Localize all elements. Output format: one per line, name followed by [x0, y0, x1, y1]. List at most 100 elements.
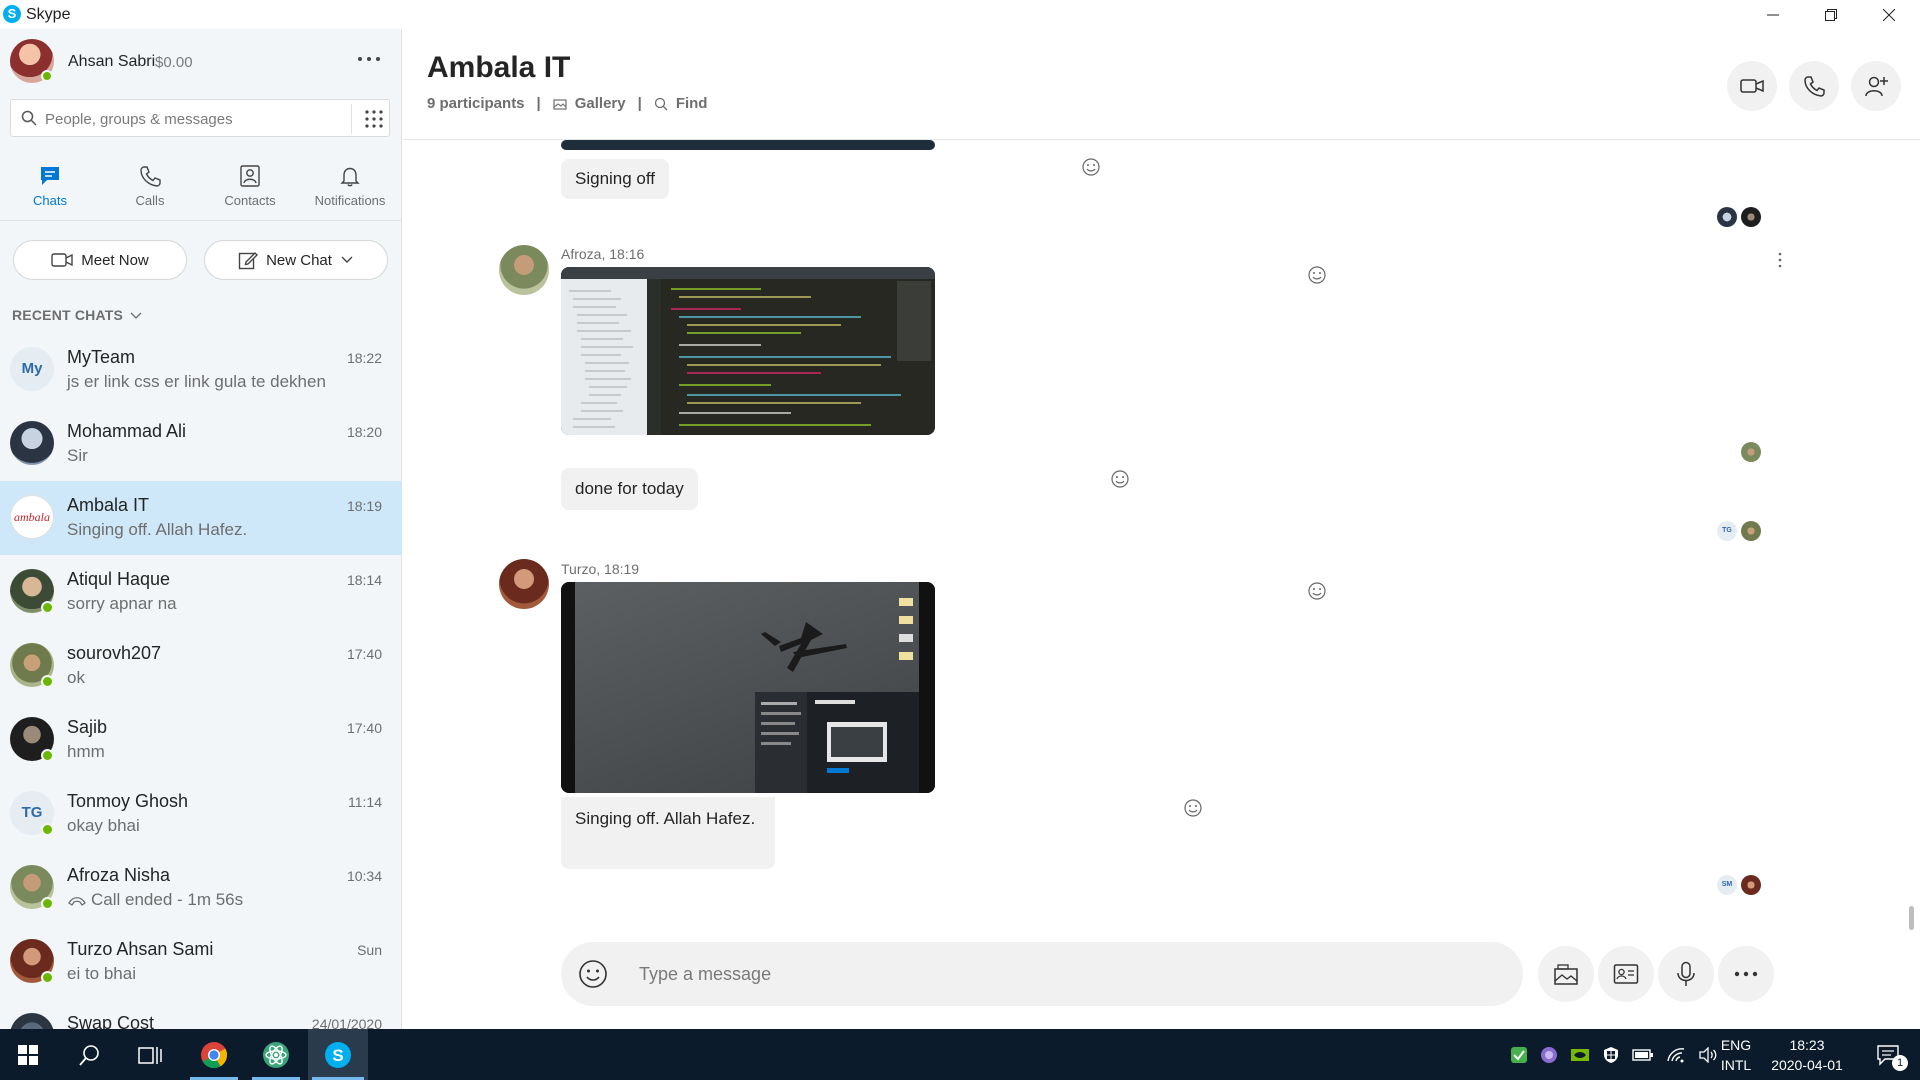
add-reaction-icon[interactable]	[1307, 581, 1327, 601]
avatar	[10, 421, 54, 465]
chat-item-ambala-it[interactable]: ambala Ambala IT Singing off. Allah Hafe…	[0, 481, 402, 555]
search-input[interactable]	[45, 108, 345, 130]
add-participant-button[interactable]	[1851, 61, 1901, 111]
seen-avatar	[1717, 207, 1737, 227]
shared-image-code[interactable]	[561, 267, 935, 435]
shared-image[interactable]	[561, 140, 935, 150]
start-button[interactable]	[0, 1029, 56, 1080]
audio-call-button[interactable]	[1789, 61, 1839, 111]
chat-item-mohammad-ali[interactable]: Mohammad Ali Sir 18:20	[0, 407, 402, 481]
wifi-icon[interactable]	[1666, 1047, 1686, 1063]
chat-item-atiqul-haque[interactable]: Atiqul Haque sorry apnar na 18:14	[0, 555, 402, 629]
chevron-down-icon	[130, 312, 142, 320]
tab-chats-label: Chats	[33, 193, 67, 208]
conversation-pane: Ambala IT 9 participants | Gallery | Fin…	[403, 29, 1920, 1029]
task-view-button[interactable]	[122, 1029, 178, 1080]
chat-item-tonmoy-ghosh[interactable]: TG Tonmoy Ghosh okay bhai 11:14	[0, 777, 402, 851]
recent-chats-header[interactable]: RECENT CHATS	[12, 307, 142, 323]
skype-icon: S	[325, 1041, 351, 1068]
contact-card-icon	[1613, 964, 1639, 984]
taskbar-search-button[interactable]	[62, 1029, 118, 1080]
video-camera-icon	[1740, 79, 1764, 93]
clock[interactable]: 18:23 2020-04-01	[1762, 1029, 1852, 1080]
gallery-link[interactable]: Gallery	[575, 95, 626, 112]
send-contact-button[interactable]	[1598, 946, 1654, 1002]
video-call-button[interactable]	[1727, 61, 1777, 111]
tab-chats[interactable]: Chats	[0, 161, 100, 217]
minimize-button[interactable]	[1744, 0, 1802, 29]
notification-count-badge: 1	[1892, 1055, 1908, 1071]
chat-item-sourovh207[interactable]: sourovh207 ok 17:40	[0, 629, 402, 703]
presence-online-icon	[41, 971, 54, 984]
more-options-button[interactable]	[354, 47, 384, 71]
tab-calls[interactable]: Calls	[100, 161, 200, 217]
message-text: Singing off. Allah Hafez.	[575, 809, 756, 828]
chat-name: Afroza Nisha	[67, 865, 171, 885]
seen-avatar	[1741, 207, 1761, 227]
profile-name[interactable]: Ahsan Sabri	[68, 53, 155, 71]
svg-text:S: S	[332, 1046, 343, 1065]
presence-online-icon	[41, 823, 54, 836]
conversation-title[interactable]: Ambala IT	[427, 51, 570, 85]
chrome-taskbar-button[interactable]	[186, 1029, 242, 1080]
security-check-icon[interactable]	[1510, 1046, 1528, 1064]
emoji-icon[interactable]	[577, 958, 609, 990]
skype-credit[interactable]: $0.00	[155, 54, 193, 71]
sender-avatar[interactable]	[499, 559, 549, 609]
input-language[interactable]: ENG INTL	[1714, 1029, 1758, 1080]
sender-avatar[interactable]	[499, 245, 549, 295]
tab-contacts[interactable]: Contacts	[200, 161, 300, 217]
more-actions-button[interactable]	[1718, 946, 1774, 1002]
skype-logo-icon: S	[3, 5, 21, 23]
app-tray-icon[interactable]	[1540, 1046, 1558, 1064]
chat-item-afroza-nisha[interactable]: Afroza Nisha Call ended - 1m 56s 10:34	[0, 851, 402, 925]
add-reaction-icon[interactable]	[1110, 469, 1130, 489]
system-tray	[1510, 1029, 1718, 1080]
add-reaction-icon[interactable]	[1183, 798, 1203, 818]
new-chat-button[interactable]: New Chat	[204, 240, 388, 280]
meet-now-button[interactable]: Meet Now	[13, 240, 187, 280]
message-bubble[interactable]: done for today	[561, 468, 698, 510]
restore-button[interactable]	[1802, 0, 1860, 29]
find-link[interactable]: Find	[676, 95, 708, 112]
add-reaction-icon[interactable]	[1081, 157, 1101, 177]
close-button[interactable]	[1860, 0, 1918, 29]
chat-name: MyTeam	[67, 347, 136, 367]
add-reaction-icon[interactable]	[1307, 265, 1327, 285]
chat-item-turzo-ahsan-sami[interactable]: Turzo Ahsan Sami ei to bhai Sun	[0, 925, 402, 999]
action-center-button[interactable]: 1	[1860, 1029, 1916, 1080]
dialpad-icon[interactable]	[363, 108, 385, 130]
tab-notifications[interactable]: Notifications	[300, 161, 400, 217]
app-taskbar-button[interactable]	[248, 1029, 304, 1080]
chat-item-myteam[interactable]: My MyTeam js er link css er link gula te…	[0, 333, 402, 407]
chat-time: 18:14	[346, 572, 382, 588]
message-bubble[interactable]: Singing off. Allah Hafez.	[561, 797, 775, 869]
chat-time: 18:20	[346, 424, 382, 440]
chat-preview-text: Call ended - 1m 56s	[91, 890, 244, 909]
new-chat-label: New Chat	[266, 251, 332, 269]
battery-icon[interactable]	[1632, 1048, 1654, 1062]
voice-message-button[interactable]	[1658, 946, 1714, 1002]
shared-image-airplane[interactable]	[561, 582, 935, 793]
chat-name: Tonmoy Ghosh	[67, 791, 189, 811]
share-media-button[interactable]	[1538, 946, 1594, 1002]
chat-item-swap-cost[interactable]: Swap Cost 24/01/2020	[0, 999, 402, 1029]
tab-calls-label: Calls	[135, 193, 165, 208]
chat-item-sajib[interactable]: Sajib hmm 17:40	[0, 703, 402, 777]
title-bar: S Skype	[0, 0, 1920, 29]
tab-notifications-label: Notifications	[314, 193, 386, 208]
message-bubble[interactable]: Signing off	[561, 159, 670, 199]
skype-taskbar-button[interactable]: S	[308, 1029, 368, 1080]
bell-icon	[340, 167, 360, 187]
contacts-icon	[240, 165, 260, 187]
message-input[interactable]	[639, 960, 1489, 988]
scrollbar-thumb[interactable]	[1909, 906, 1914, 930]
message-more-icon[interactable]	[1777, 251, 1783, 269]
participants-link[interactable]: 9 participants	[427, 95, 525, 112]
nvidia-icon[interactable]	[1570, 1047, 1590, 1063]
chat-preview: sorry apnar na	[67, 594, 177, 613]
svg-text:ambala: ambala	[14, 510, 50, 524]
sidebar: Ahsan Sabri $0.00 Chats Calls Contacts N…	[0, 29, 402, 1029]
chrome-icon	[201, 1041, 228, 1068]
defender-shield-icon[interactable]	[1602, 1046, 1620, 1064]
